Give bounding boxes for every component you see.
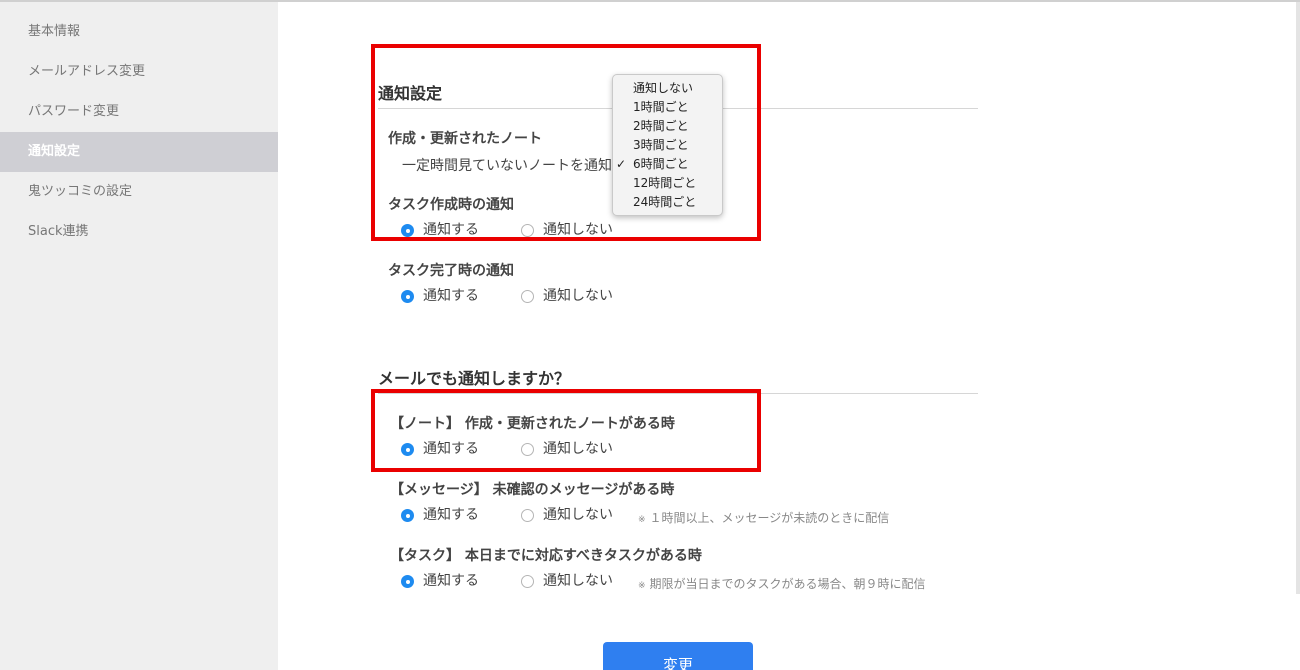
radio-label: 通知しない (543, 222, 613, 238)
dropdown-option[interactable]: 2時間ごと (613, 117, 722, 136)
radio-label: 通知しない (543, 573, 613, 589)
option-label: 6時間ごと (633, 157, 689, 171)
radio-label: 通知しない (543, 507, 613, 523)
option-label: 12時間ごと (633, 176, 697, 190)
sidebar-item-email-change[interactable]: メールアドレス変更 (0, 52, 278, 92)
email-task-label: 【タスク】 本日までに対応すべきタスクがある時 (390, 548, 702, 564)
note-mark: ※ (638, 581, 646, 591)
sidebar-item-password-change[interactable]: パスワード変更 (0, 92, 278, 132)
task-complete-on-radio[interactable] (401, 290, 414, 303)
email-task-off-radio[interactable] (521, 575, 534, 588)
email-task-on-radio[interactable] (401, 575, 414, 588)
dropdown-option[interactable]: 1時間ごと (613, 98, 722, 117)
radio-label: 通知しない (543, 288, 613, 304)
scrollbar[interactable] (1296, 2, 1300, 594)
sidebar-item-notification-settings[interactable]: 通知設定 (0, 132, 278, 172)
sidebar-item-basic-info[interactable]: 基本情報 (0, 12, 278, 52)
option-label: 2時間ごと (633, 119, 689, 133)
radio-label: 通知する (423, 222, 479, 238)
email-section-title: メールでも通知しますか？ (378, 369, 571, 388)
dropdown-option[interactable]: 3時間ごと (613, 136, 722, 155)
email-message-note: ※ １時間以上、メッセージが未読のときに配信 (638, 509, 889, 526)
submit-button[interactable]: 変更 (603, 642, 753, 670)
dropdown-option[interactable]: 通知しない (613, 79, 722, 98)
note-update-sub-label: 一定時間見ていないノートを通知 (402, 158, 612, 174)
email-note-on-radio[interactable] (401, 443, 414, 456)
radio-label: 通知する (423, 573, 479, 589)
note-mark: ※ (638, 515, 646, 525)
note-update-label: 作成・更新されたノート (388, 131, 542, 147)
interval-dropdown-menu[interactable]: 通知しない 1時間ごと 2時間ごと 3時間ごと ✓ 6時間ごと 12時間ごと 24… (612, 74, 723, 216)
task-create-off-radio[interactable] (521, 224, 534, 237)
option-label: 通知しない (633, 81, 694, 95)
email-task-note: ※ 期限が当日までのタスクがある場合、朝９時に配信 (638, 575, 926, 592)
dropdown-option-selected[interactable]: ✓ 6時間ごと (613, 155, 722, 174)
radio-label: 通知する (423, 288, 479, 304)
email-note-off-radio[interactable] (521, 443, 534, 456)
note-text: １時間以上、メッセージが未読のときに配信 (649, 511, 890, 525)
sidebar-item-slack-integration[interactable]: Slack連携 (0, 212, 278, 252)
task-create-label: タスク作成時の通知 (388, 197, 514, 213)
notification-section-title: 通知設定 (378, 84, 443, 103)
checkmark-icon: ✓ (616, 157, 627, 171)
settings-sidebar: 基本情報 メールアドレス変更 パスワード変更 通知設定 鬼ツッコミの設定 Sla… (0, 2, 278, 670)
email-message-off-radio[interactable] (521, 509, 534, 522)
dropdown-option[interactable]: 12時間ごと (613, 174, 722, 193)
option-label: 3時間ごと (633, 138, 689, 152)
option-label: 24時間ごと (633, 195, 697, 209)
sidebar-item-oni-tsukkomi-settings[interactable]: 鬼ツッコミの設定 (0, 172, 278, 212)
task-complete-off-radio[interactable] (521, 290, 534, 303)
dropdown-option[interactable]: 24時間ごと (613, 193, 722, 212)
radio-label: 通知しない (543, 441, 613, 457)
radio-label: 通知する (423, 507, 479, 523)
email-message-on-radio[interactable] (401, 509, 414, 522)
radio-label: 通知する (423, 441, 479, 457)
task-complete-label: タスク完了時の通知 (388, 263, 514, 279)
note-text: 期限が当日までのタスクがある場合、朝９時に配信 (649, 577, 926, 591)
task-create-on-radio[interactable] (401, 224, 414, 237)
email-message-label: 【メッセージ】 未確認のメッセージがある時 (390, 482, 675, 498)
option-label: 1時間ごと (633, 100, 689, 114)
section-divider (378, 393, 978, 394)
email-note-label: 【ノート】 作成・更新されたノートがある時 (390, 416, 675, 432)
